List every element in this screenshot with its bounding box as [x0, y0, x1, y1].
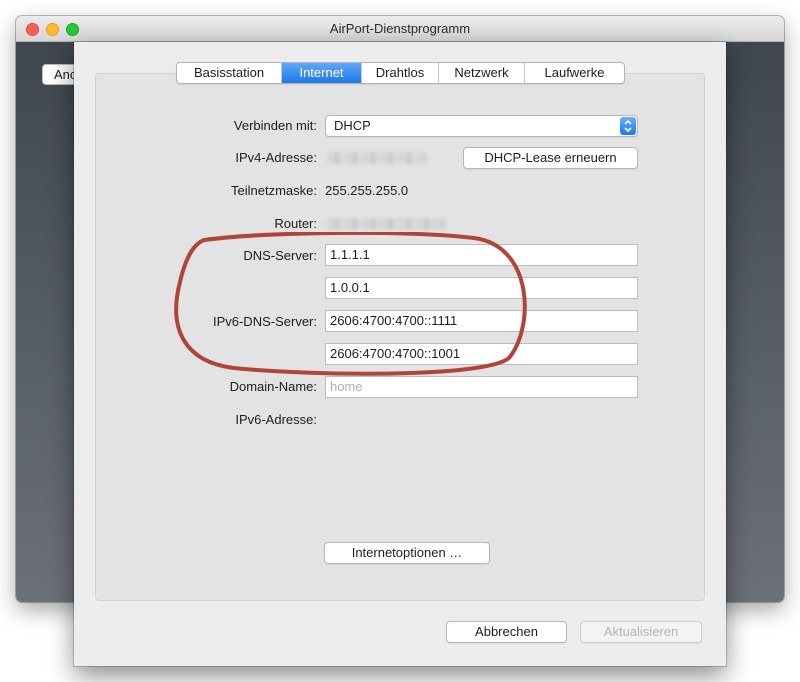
router-value-redacted: [327, 218, 445, 230]
window-titlebar: AirPort-Dienstprogramm: [16, 16, 784, 42]
connect-with-label: Verbinden mit:: [233, 118, 317, 133]
ipv6-dns-server-label: IPv6-DNS-Server:: [212, 314, 317, 329]
close-window-icon[interactable]: [26, 23, 39, 36]
connect-with-value: DHCP: [334, 118, 371, 133]
ipv4-value-redacted: [327, 152, 427, 164]
subnet-label: Teilnetzmaske:: [231, 183, 317, 198]
domain-name-label: Domain-Name:: [229, 379, 317, 394]
zoom-window-icon[interactable]: [66, 23, 79, 36]
renew-dhcp-lease-button[interactable]: DHCP-Lease erneuern: [463, 147, 638, 169]
tab-drahtlos[interactable]: Drahtlos: [362, 63, 439, 83]
internet-options-button[interactable]: Internetoptionen …: [324, 542, 490, 564]
dns-server-field-2[interactable]: 1.0.0.1: [325, 277, 638, 299]
tab-basisstation[interactable]: Basisstation: [177, 63, 282, 83]
settings-sheet: Basisstation Internet Drahtlos Netzwerk …: [74, 42, 726, 666]
ipv6-dns-server-field-2[interactable]: 2606:4700:4700::1001: [325, 343, 638, 365]
window-title: AirPort-Dienstprogramm: [329, 21, 471, 36]
subnet-value: 255.255.255.0: [325, 183, 409, 198]
domain-name-field[interactable]: home: [325, 376, 638, 398]
tab-netzwerk[interactable]: Netzwerk: [439, 63, 525, 83]
minimize-window-icon[interactable]: [46, 23, 59, 36]
select-arrows-icon: [620, 117, 636, 135]
update-button: Aktualisieren: [580, 621, 702, 643]
tab-bar: Basisstation Internet Drahtlos Netzwerk …: [176, 62, 625, 84]
ipv6-address-label: IPv6-Adresse:: [235, 412, 317, 427]
connect-with-select[interactable]: DHCP: [325, 115, 638, 137]
dns-server-label: DNS-Server:: [243, 248, 317, 263]
ipv6-dns-server-field-1[interactable]: 2606:4700:4700::1111: [325, 310, 638, 332]
dns-server-field-1[interactable]: 1.1.1.1: [325, 244, 638, 266]
tab-laufwerke[interactable]: Laufwerke: [525, 63, 624, 83]
tab-internet[interactable]: Internet: [282, 63, 362, 83]
ipv4-label: IPv4-Adresse:: [235, 150, 317, 165]
cancel-button[interactable]: Abbrechen: [446, 621, 567, 643]
router-label: Router:: [274, 216, 317, 231]
